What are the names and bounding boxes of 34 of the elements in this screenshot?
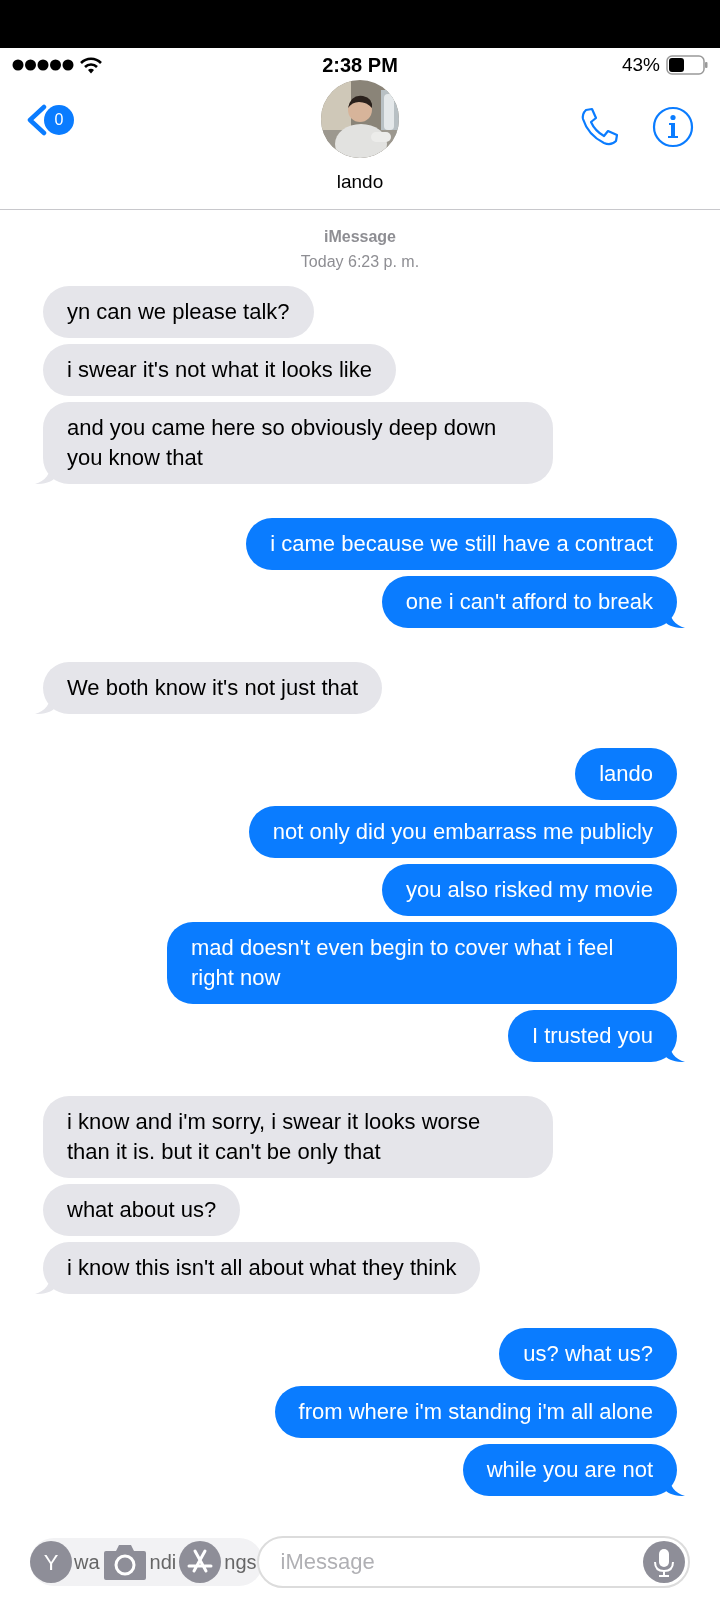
- message-bubble: and you came here so obviously deep down you know that: [43, 402, 553, 484]
- message-bubble: one i can't afford to break: [381, 576, 677, 628]
- message-bubble: what about us?: [43, 1184, 241, 1236]
- message-bubble: from where i'm standing i'm all alone: [274, 1386, 677, 1438]
- message-bubble: you also risked my movie: [382, 864, 677, 916]
- message-bubble: mad doesn't even begin to cover what i feel right now: [167, 922, 677, 1004]
- wifi-icon: [80, 56, 102, 74]
- status-time: 2:38 PM: [322, 53, 398, 78]
- service-label: iMessage: [323, 227, 396, 247]
- camera-icon[interactable]: [101, 1542, 148, 1582]
- battery-icon: [666, 55, 708, 75]
- microphone-icon[interactable]: [643, 1541, 685, 1583]
- hidden-text: wa: [73, 1550, 101, 1575]
- hidden-text: ndi: [148, 1550, 178, 1575]
- hidden-text: ngs: [223, 1550, 258, 1575]
- message-input[interactable]: iMessage: [256, 1536, 690, 1588]
- avatar-initial: Y: [30, 1541, 72, 1583]
- message-bubble: us? what us?: [499, 1328, 677, 1380]
- message-bubble: yn can we please talk?: [43, 286, 314, 338]
- message-bubble: i came because we still have a contract: [246, 518, 677, 570]
- signal-icon: [12, 59, 74, 71]
- contact-name[interactable]: lando: [336, 168, 384, 197]
- message-bubble: i know this isn't all about what they think: [43, 1242, 481, 1294]
- info-icon[interactable]: [652, 106, 694, 148]
- battery-percentage: 43%: [621, 52, 660, 77]
- message-bubble: while you are not: [462, 1444, 677, 1496]
- message-bubble: i know and i'm sorry, i swear it looks worse than it is. but it can't be only that: [43, 1096, 553, 1178]
- app-store-icon[interactable]: [178, 1540, 223, 1584]
- message-bubble: lando: [575, 748, 677, 800]
- message-bubble: i swear it's not what it looks like: [43, 344, 396, 396]
- message-bubble: not only did you embarrass me publicly: [248, 806, 677, 858]
- message-bubble: We both know it's not just that: [43, 662, 383, 714]
- message-bubble: I trusted you: [507, 1010, 677, 1062]
- message-timestamp: Today 6:23 p. m.: [300, 252, 420, 272]
